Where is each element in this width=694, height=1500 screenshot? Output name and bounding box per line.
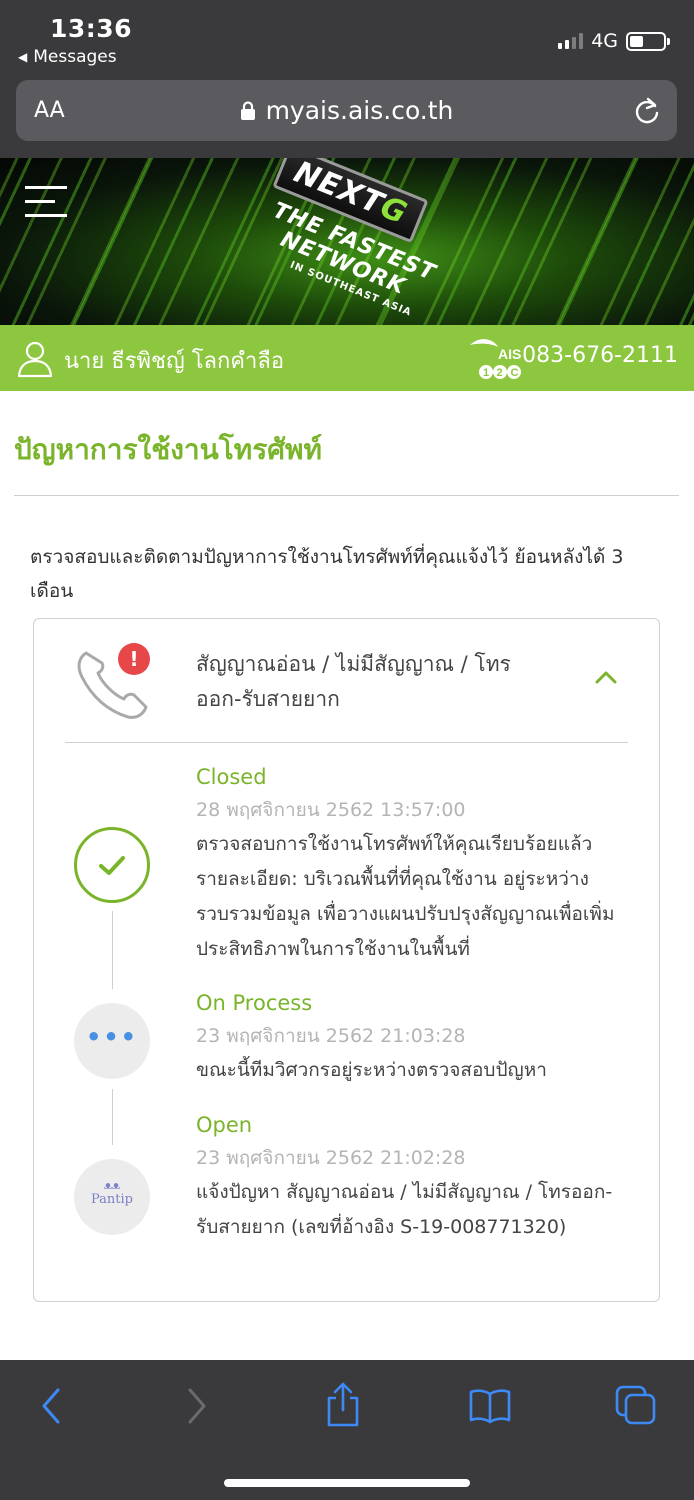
open-status-icon: ᴥᴥ Pantip bbox=[74, 1159, 150, 1235]
nextg-logo: NEXTG THE FASTEST NETWORK IN SOUTHEAST A… bbox=[204, 158, 468, 325]
alert-badge-icon: ! bbox=[118, 643, 150, 675]
event-status: Closed bbox=[196, 765, 267, 789]
reload-icon[interactable] bbox=[633, 96, 661, 126]
event-text: ขณะนี้ทีมวิศวกรอยู่ระหว่างตรวจสอบปัญหา bbox=[196, 1059, 547, 1081]
back-triangle-icon: ◀ bbox=[18, 50, 28, 64]
check-icon bbox=[99, 856, 125, 875]
share-icon[interactable] bbox=[324, 1382, 362, 1428]
back-to-app-link[interactable]: ◀ Messages bbox=[18, 47, 117, 67]
page-title: ปัญหาการใช้งานโทรศัพท์ bbox=[14, 433, 322, 466]
url-text: myais.ais.co.th bbox=[265, 96, 454, 125]
url-display[interactable]: myais.ais.co.th bbox=[16, 96, 677, 125]
process-status-icon: ••• bbox=[74, 1003, 150, 1079]
page-description: ตรวจสอบและติดตามปัญหาการใช้งานโทรศัพท์ที… bbox=[30, 546, 624, 602]
status-indicators: 4G bbox=[558, 30, 670, 52]
card-divider bbox=[65, 742, 628, 743]
network-label: 4G bbox=[591, 30, 618, 52]
ais-12c-logo: AIS 1 2 C bbox=[470, 339, 521, 379]
issue-title: สัญญาณอ่อน / ไม่มีสัญญาณ / โทรออก-รับสาย… bbox=[196, 652, 511, 711]
chevron-right-icon[interactable] bbox=[182, 1386, 212, 1426]
svg-text:2: 2 bbox=[497, 367, 503, 379]
chevron-up-icon[interactable] bbox=[594, 669, 618, 685]
hamburger-menu-icon[interactable] bbox=[25, 186, 67, 228]
signal-icon bbox=[558, 33, 584, 49]
svg-text:C: C bbox=[511, 367, 519, 379]
hero-banner: NEXTG THE FASTEST NETWORK IN SOUTHEAST A… bbox=[0, 158, 694, 325]
svg-text:1: 1 bbox=[483, 367, 489, 379]
event-status: Open bbox=[196, 1113, 253, 1137]
user-icon bbox=[17, 341, 53, 378]
timeline-connector bbox=[112, 1089, 113, 1145]
battery-icon bbox=[626, 31, 670, 51]
timeline-event-process: On Process 23 พฤศจิกายน 2562 21:03:28 ขณ… bbox=[196, 987, 626, 1088]
timeline-event-closed: Closed 28 พฤศจิกายน 2562 13:57:00 ตรวจสอ… bbox=[196, 761, 626, 967]
event-text: แจ้งปัญหา สัญญาณอ่อน / ไม่มีสัญญาณ / โทร… bbox=[196, 1181, 613, 1238]
timeline-connector bbox=[112, 911, 113, 989]
title-divider bbox=[14, 495, 679, 496]
status-time: 13:36 bbox=[50, 14, 133, 43]
tabs-icon[interactable] bbox=[614, 1384, 658, 1426]
event-status: On Process bbox=[196, 991, 313, 1015]
phone-number: 083-676-2111 bbox=[522, 343, 678, 368]
event-date: 28 พฤศจิกายน 2562 13:57:00 bbox=[196, 799, 466, 821]
chevron-left-icon[interactable] bbox=[36, 1386, 66, 1426]
browser-chrome: 13:36 ◀ Messages 4G AA myais.ais.co.th bbox=[0, 0, 694, 158]
address-bar[interactable]: AA myais.ais.co.th bbox=[16, 80, 677, 141]
issue-card-header[interactable]: ! สัญญาณอ่อน / ไม่มีสัญญาณ / โทรออก-รับส… bbox=[34, 619, 659, 743]
book-icon[interactable] bbox=[468, 1388, 512, 1424]
user-name: นาย ธีรพิชญ์ โลกคำลือ bbox=[64, 349, 285, 374]
event-text: ตรวจสอบการใช้งานโทรศัพท์ให้คุณเรียบร้อยแ… bbox=[196, 833, 615, 960]
back-app-label: Messages bbox=[33, 47, 117, 67]
home-indicator[interactable] bbox=[224, 1479, 470, 1487]
timeline-event-open: Open 23 พฤศจิกายน 2562 21:02:28 แจ้งปัญห… bbox=[196, 1109, 626, 1245]
svg-text:AIS: AIS bbox=[498, 346, 521, 362]
event-date: 23 พฤศจิกายน 2562 21:03:28 bbox=[196, 1025, 466, 1047]
lock-icon bbox=[240, 100, 255, 120]
pantip-logo-icon: ᴥᴥ Pantip bbox=[91, 1179, 133, 1207]
dots-icon: ••• bbox=[85, 1023, 139, 1051]
issue-card: ! สัญญาณอ่อน / ไม่มีสัญญาณ / โทรออก-รับส… bbox=[33, 618, 660, 1302]
user-bar: นาย ธีรพิชญ์ โลกคำลือ AIS 1 2 C 083-676-… bbox=[0, 325, 694, 391]
event-date: 23 พฤศจิกายน 2562 21:02:28 bbox=[196, 1147, 466, 1169]
closed-status-icon bbox=[74, 827, 150, 903]
